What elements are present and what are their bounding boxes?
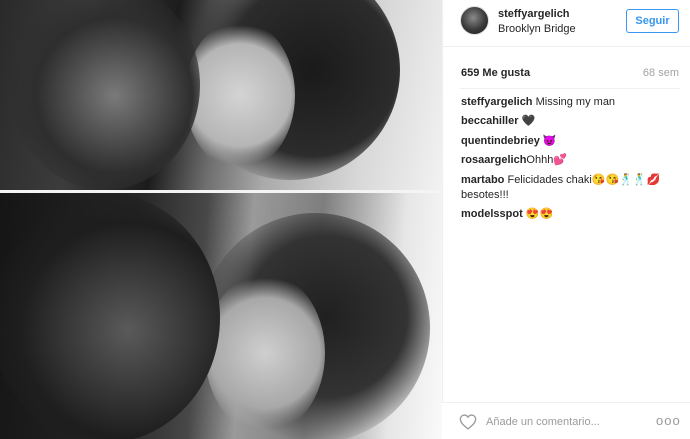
comment-composer: ooo	[442, 402, 690, 439]
comment-item: beccahiller 🖤	[461, 114, 683, 129]
head-shape	[10, 0, 200, 190]
post-photo[interactable]	[0, 0, 442, 439]
comment-username[interactable]: quentindebriey	[461, 135, 540, 147]
comment-username[interactable]: modelsspot	[461, 208, 523, 220]
comment-username[interactable]: steffyargelich	[461, 96, 533, 108]
face-shape	[205, 273, 325, 433]
comment-item: quentindebriey 😈	[461, 134, 683, 149]
more-options-icon[interactable]: ooo	[656, 413, 681, 428]
comment-text: 😍😍	[525, 207, 554, 220]
comment-item: steffyargelich Missing my man	[461, 95, 683, 110]
comment-text: Ohhh💕	[526, 154, 568, 167]
avatar[interactable]	[460, 6, 489, 35]
follow-button[interactable]: Seguir	[626, 9, 679, 33]
divider	[460, 88, 680, 89]
comment-text: Missing my man	[535, 96, 616, 108]
comment-username[interactable]: martabo	[461, 174, 504, 186]
comment-username[interactable]: rosaargelich	[461, 154, 526, 166]
comment-item: modelsspot 😍😍	[461, 207, 683, 222]
post-sidebar: steffyargelich Brooklyn Bridge Seguir 65…	[442, 0, 690, 439]
comment-text: 😈	[542, 134, 557, 147]
location-link[interactable]: Brooklyn Bridge	[498, 23, 576, 35]
comment-text: 🖤	[521, 115, 536, 128]
author-username[interactable]: steffyargelich	[498, 8, 570, 20]
photo-top-panel	[0, 0, 442, 190]
post-stats: 659 Me gusta 68 sem	[461, 67, 679, 81]
photo-bottom-panel	[0, 193, 442, 439]
comment-item: rosaargelichOhhh💕	[461, 153, 683, 168]
heart-outline-icon[interactable]	[459, 414, 477, 430]
post-header: steffyargelich Brooklyn Bridge Seguir	[443, 0, 690, 47]
comment-username[interactable]: beccahiller	[461, 115, 518, 127]
face-shape	[185, 20, 295, 170]
comment-list: steffyargelich Missing my man beccahille…	[461, 95, 683, 226]
head-shape	[0, 193, 220, 439]
likes-count[interactable]: 659 Me gusta	[461, 67, 530, 79]
post-timestamp[interactable]: 68 sem	[643, 67, 679, 79]
comment-item: martabo Felicidades chaki😘😘🕺🕺💋 besotes!!…	[461, 173, 683, 203]
comment-input[interactable]	[486, 413, 636, 431]
